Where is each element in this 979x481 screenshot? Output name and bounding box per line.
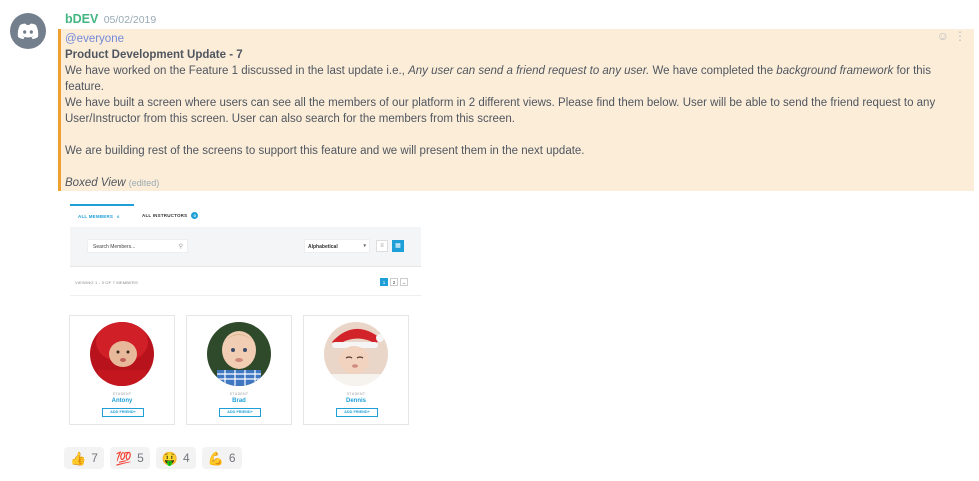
message-paragraph-1: We have worked on the Feature 1 discusse… <box>65 65 931 93</box>
everyone-mention[interactable]: @everyone <box>65 31 945 47</box>
message-paragraph-3: We are building rest of the screens to s… <box>65 145 585 157</box>
username[interactable]: bDEV <box>65 12 98 26</box>
member-name[interactable]: Brad <box>187 398 291 404</box>
flexed-biceps-icon: 💪 <box>207 450 224 466</box>
member-photo[interactable] <box>207 322 271 386</box>
page-1-button[interactable]: 1 <box>380 278 388 286</box>
message-header: bDEV 05/02/2019 <box>65 12 156 28</box>
member-card: STUDENT Dennis ADD FRIEND+ <box>303 315 409 425</box>
member-tabs: ALL MEMBERS 6 ALL INSTRUCTORS 0 <box>70 204 206 226</box>
discord-logo-icon <box>17 23 39 39</box>
attached-screenshot[interactable]: ALL MEMBERS 6 ALL INSTRUCTORS 0 Search Mem… <box>64 199 424 434</box>
message-paragraph-2: We have built a screen where users can s… <box>65 97 936 125</box>
image-caption: Boxed View (edited) <box>65 177 160 189</box>
reaction-thumbs-up[interactable]: 👍 7 <box>64 447 104 469</box>
thumbs-up-icon: 👍 <box>70 450 87 466</box>
member-photo[interactable] <box>324 322 388 386</box>
reaction-count: 7 <box>91 451 98 465</box>
member-role: STUDENT <box>346 392 366 396</box>
reactions-bar: 👍 7 💯 5 🤑 4 💪 6 <box>64 447 242 469</box>
member-role: STUDENT <box>112 392 132 396</box>
reaction-count: 6 <box>228 451 236 465</box>
reaction-count: 4 <box>182 451 190 465</box>
add-friend-button[interactable]: ADD FRIEND+ <box>102 408 144 417</box>
sort-select[interactable]: Alphabetical ▾ <box>304 239 370 253</box>
member-name[interactable]: Dennis <box>304 398 408 404</box>
search-icon: ⚲ <box>178 244 183 250</box>
hundred-points-icon: 💯 <box>115 450 133 466</box>
search-members-input[interactable]: Search Members... ⚲ <box>87 239 188 253</box>
reaction-flexed-biceps[interactable]: 💪 6 <box>201 447 242 469</box>
edited-label: (edited) <box>128 178 160 188</box>
chevron-down-icon: ▾ <box>363 243 366 249</box>
divider <box>70 295 421 296</box>
member-photo[interactable] <box>90 322 154 386</box>
tab-all-members[interactable]: ALL MEMBERS 6 <box>70 204 134 226</box>
avatar[interactable] <box>10 13 46 49</box>
more-options-icon[interactable]: ⋮ <box>954 29 966 43</box>
list-view-icon[interactable]: ≡ <box>376 240 388 252</box>
page-2-button[interactable]: 2 <box>390 278 398 286</box>
pagination: 1 2 → <box>380 278 408 286</box>
tab-all-instructors[interactable]: ALL INSTRUCTORS 0 <box>134 204 206 226</box>
timestamp: 05/02/2019 <box>103 14 157 26</box>
member-card: STUDENT Antony ADD FRIEND+ <box>69 315 175 425</box>
message-title: Product Development Update - 7 <box>65 49 243 61</box>
reaction-money-mouth[interactable]: 🤑 4 <box>155 447 196 469</box>
message-content: @everyone Product Development Update - 7… <box>65 31 945 191</box>
reaction-hundred[interactable]: 💯 5 <box>109 447 150 469</box>
add-friend-button[interactable]: ADD FRIEND+ <box>219 408 261 417</box>
filter-bar: Search Members... ⚲ Alphabetical ▾ ≡ ▦ <box>70 227 421 267</box>
grid-view-icon[interactable]: ▦ <box>392 240 404 252</box>
next-page-button[interactable]: → <box>400 278 408 286</box>
viewing-count: VIEWING 1 - 3 OF 7 MEMBERS <box>75 280 138 285</box>
member-name[interactable]: Antony <box>70 398 174 404</box>
money-mouth-face-icon: 🤑 <box>161 450 178 466</box>
member-role: STUDENT <box>229 392 249 396</box>
add-friend-button[interactable]: ADD FRIEND+ <box>336 408 378 417</box>
member-card: STUDENT Brad ADD FRIEND+ <box>186 315 292 425</box>
reaction-count: 5 <box>137 451 144 465</box>
